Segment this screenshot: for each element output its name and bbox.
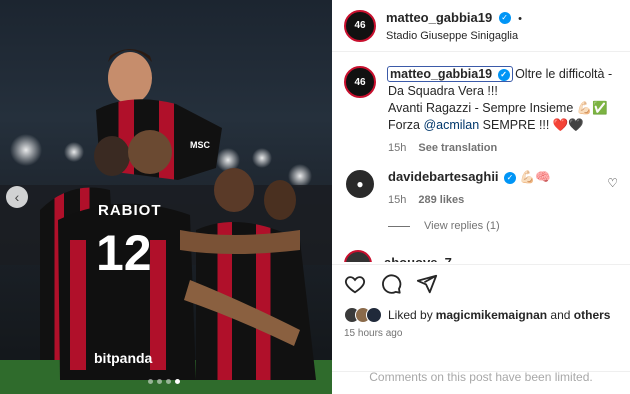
separator-dot: • (518, 13, 522, 25)
carousel-dot (157, 379, 162, 384)
sponsor-logo: bitpanda (94, 350, 153, 366)
previous-photo-button[interactable]: ‹ (6, 186, 28, 208)
caption-username-text: matteo_gabbia19 (390, 67, 493, 81)
view-replies-button[interactable]: View replies (1) (388, 220, 500, 232)
comment-text: 💪🏻🧠 (516, 170, 551, 184)
liker-avatar (366, 307, 382, 323)
caption-line: Avanti Ragazzi - Sempre Insieme 💪🏻✅ (388, 101, 608, 115)
jersey-number: 12 (96, 225, 152, 281)
share-icon[interactable] (416, 273, 438, 295)
comment-username[interactable]: davidebartesaghii (388, 169, 499, 184)
svg-text:MSC: MSC (190, 140, 211, 150)
comment-item-partial: abouove_7 (344, 248, 630, 262)
carousel-dot-active (175, 379, 180, 384)
user-icon: ● (356, 177, 364, 191)
verified-badge-icon: ✓ (504, 171, 517, 184)
liker-avatars[interactable] (344, 307, 382, 323)
post-actions: Liked by magicmikemaignan and others 15 … (332, 264, 630, 386)
post-username[interactable]: matteo_gabbia19 (386, 10, 492, 25)
comment-item: ● davidebartesaghii ✓ 💪🏻🧠 15h 289 likes (344, 168, 628, 209)
comment-icon[interactable] (380, 273, 402, 295)
post-side-panel: 46 matteo_gabbia19 ✓ • Stadio Giuseppe S… (332, 0, 630, 394)
commenter-avatar[interactable]: ● (344, 168, 376, 200)
carousel-indicator (148, 379, 180, 384)
caption-username[interactable]: matteo_gabbia19 ✓ (387, 66, 513, 82)
see-translation-button[interactable]: See translation (418, 140, 497, 157)
caption-time: 15h (388, 142, 407, 154)
post-location[interactable]: Stadio Giuseppe Sinigaglia (386, 30, 525, 42)
comments-limited-text: Comments on this post have been limited. (369, 370, 593, 384)
post-photo[interactable]: MSC RABIOT 12 bitpanda ‹ (0, 0, 332, 394)
caption: 46 matteo_gabbia19 ✓ Oltre le difficoltà… (344, 66, 628, 157)
verified-badge-icon: ✓ (497, 68, 510, 81)
reply-line-divider (388, 225, 410, 227)
mention-link[interactable]: @acmilan (423, 118, 479, 132)
avatar-label: 46 (354, 20, 366, 31)
liked-by-prefix: Liked by (388, 308, 433, 322)
view-replies-label: View replies (1) (424, 220, 500, 232)
comment-username[interactable]: abouove_7 (384, 255, 452, 262)
like-comment-heart-icon[interactable]: ♡ (607, 176, 618, 190)
heart-icon[interactable] (344, 273, 366, 295)
comment-likes[interactable]: 289 likes (418, 192, 464, 209)
comments-limited-notice: Comments on this post have been limited. (332, 370, 630, 384)
liked-by: Liked by magicmikemaignan and others (332, 295, 630, 323)
caption-line: SEMPRE !!! ❤️🖤 (479, 118, 584, 132)
carousel-dot (166, 379, 171, 384)
liked-by-others[interactable]: others (574, 308, 611, 322)
chevron-left-icon: ‹ (14, 189, 20, 205)
comment-time: 15h (388, 194, 407, 206)
avatar-label: 46 (354, 76, 366, 88)
commenter-avatar[interactable] (344, 250, 372, 262)
liked-by-user[interactable]: magicmikemaignan (436, 308, 547, 322)
caption-line: Forza (388, 118, 424, 132)
players-celebration-image: MSC (0, 49, 332, 394)
jersey-name: RABIOT (98, 202, 162, 219)
post-time: 15 hours ago (344, 328, 403, 339)
avatar[interactable]: 46 (344, 9, 376, 42)
avatar[interactable]: 46 (344, 66, 376, 98)
liked-by-and: and (547, 308, 574, 322)
verified-badge-icon: ✓ (498, 11, 511, 24)
post-header: 46 matteo_gabbia19 ✓ • Stadio Giuseppe S… (332, 0, 630, 52)
carousel-dot (148, 379, 153, 384)
